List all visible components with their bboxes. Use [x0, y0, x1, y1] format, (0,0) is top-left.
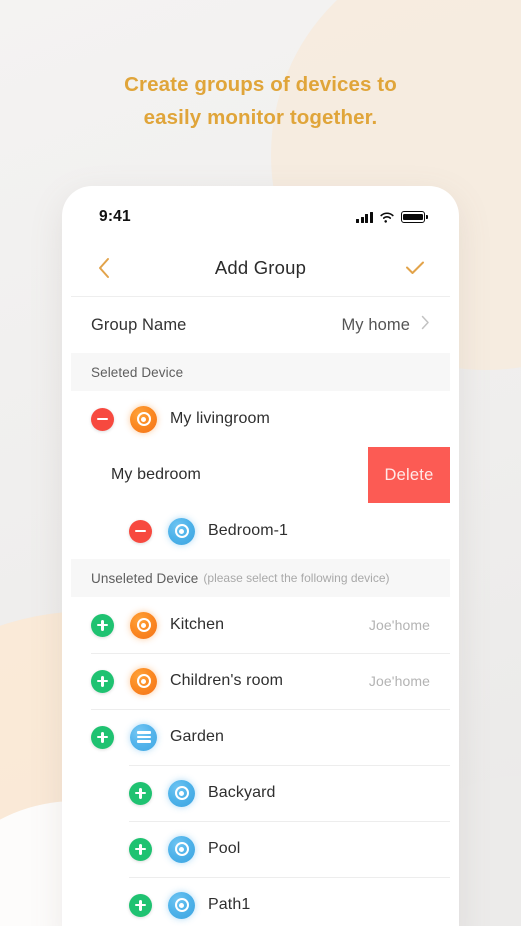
- group-name-row[interactable]: Group Name My home: [71, 297, 450, 353]
- camera-device-blue-icon: [168, 779, 195, 807]
- nav-bar: Add Group: [71, 239, 450, 297]
- device-home-label: Joe'home: [368, 617, 430, 633]
- phone-mockup: 9:41 Add Group Group Name My home Selete…: [62, 186, 459, 926]
- promo-headline: Create groups of devices to easily monit…: [0, 68, 521, 134]
- camera-device-orange-icon: [130, 611, 157, 639]
- unselected-device-row[interactable]: Kitchen Joe'home: [71, 597, 450, 653]
- unselected-section-hint: (please select the following device): [203, 571, 390, 585]
- camera-device-blue-icon: [168, 891, 195, 919]
- battery-full-icon: [401, 211, 428, 223]
- status-icons: [356, 211, 428, 223]
- plus-circle-icon[interactable]: [129, 893, 152, 917]
- group-name-label: Group Name: [91, 315, 187, 334]
- selected-device-row[interactable]: My livingroom: [71, 391, 450, 447]
- status-time: 9:41: [99, 208, 131, 225]
- unselected-section-header: Unseleted Device (please select the foll…: [71, 559, 450, 597]
- unselected-device-row[interactable]: Path1: [71, 877, 450, 926]
- camera-device-orange-icon: [130, 667, 157, 695]
- selected-section-header: Seleted Device: [71, 353, 450, 391]
- selected-section-title: Seleted Device: [91, 364, 184, 380]
- unselected-device-row[interactable]: Pool: [71, 821, 450, 877]
- status-bar: 9:41: [71, 195, 450, 239]
- promo-line-2: easily monitor together.: [143, 106, 378, 129]
- minus-circle-icon[interactable]: [129, 519, 152, 543]
- device-label: My bedroom: [111, 466, 201, 483]
- chevron-right-icon: [421, 315, 430, 335]
- group-stack-blue-icon: [130, 723, 157, 751]
- cellular-signal-icon: [356, 211, 374, 223]
- plus-circle-icon[interactable]: [91, 669, 114, 693]
- page-title: Add Group: [214, 256, 307, 278]
- unselected-section-title: Unseleted Device: [91, 570, 199, 586]
- unselected-device-row[interactable]: Backyard: [71, 765, 450, 821]
- back-button[interactable]: [91, 255, 117, 281]
- swipe-row-content[interactable]: My bedroom: [71, 447, 412, 503]
- plus-circle-icon[interactable]: [91, 725, 114, 749]
- promo-line-1: Create groups of devices to: [124, 73, 397, 96]
- plus-circle-icon[interactable]: [129, 781, 152, 805]
- selected-device-row[interactable]: Bedroom-1: [71, 503, 450, 559]
- device-label: Bedroom-1: [208, 522, 289, 539]
- minus-circle-icon[interactable]: [91, 407, 114, 431]
- phone-screen: 9:41 Add Group Group Name My home Selete…: [71, 195, 450, 926]
- camera-device-orange-icon: [130, 405, 157, 433]
- chevron-left-icon: [99, 257, 109, 278]
- device-label: Path1: [208, 896, 251, 913]
- selected-device-row-swiped[interactable]: My bedroom Delete: [71, 447, 450, 503]
- device-label: My livingroom: [170, 410, 270, 427]
- device-label: Backyard: [208, 784, 276, 801]
- device-label: Pool: [208, 840, 241, 857]
- device-home-label: Joe'home: [368, 673, 430, 689]
- delete-button[interactable]: Delete: [368, 447, 450, 503]
- plus-circle-icon[interactable]: [91, 613, 114, 637]
- device-label: Children's room: [170, 672, 284, 689]
- camera-device-blue-icon: [168, 835, 195, 863]
- check-icon: [406, 261, 424, 274]
- unselected-group-row[interactable]: Garden: [71, 709, 450, 765]
- device-label: Kitchen: [170, 616, 225, 633]
- group-label: Garden: [170, 728, 224, 745]
- plus-circle-icon[interactable]: [129, 837, 152, 861]
- group-name-value: My home: [341, 315, 410, 334]
- camera-device-blue-icon: [168, 517, 195, 545]
- unselected-device-row[interactable]: Children's room Joe'home: [71, 653, 450, 709]
- confirm-button[interactable]: [402, 255, 428, 281]
- wifi-icon: [380, 212, 394, 223]
